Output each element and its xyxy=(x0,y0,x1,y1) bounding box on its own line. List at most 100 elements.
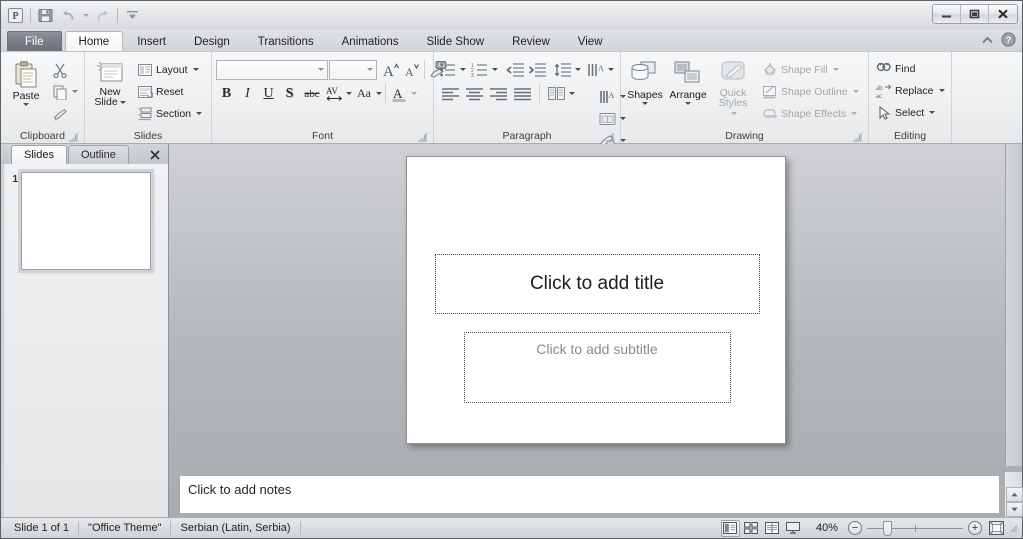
shape-outline-button[interactable]: Shape Outline xyxy=(759,81,862,102)
notes-vertical-scrollbar[interactable] xyxy=(1005,472,1023,517)
justify-button[interactable] xyxy=(510,83,534,104)
section-button[interactable]: Section xyxy=(134,103,205,124)
line-spacing-button[interactable] xyxy=(553,59,573,80)
paste-dropdown-icon[interactable] xyxy=(23,103,29,106)
help-icon[interactable]: ? xyxy=(1001,32,1016,50)
tab-view[interactable]: View xyxy=(564,31,617,52)
layout-button[interactable]: Layout xyxy=(134,59,205,80)
notes-scroll-down-arrow[interactable] xyxy=(1006,502,1023,517)
shapes-button[interactable]: Shapes xyxy=(625,57,665,107)
zoom-slider-handle[interactable] xyxy=(883,520,892,536)
shape-outline-dropdown-icon[interactable] xyxy=(852,90,859,93)
select-dropdown-icon[interactable] xyxy=(929,111,936,114)
shape-fill-dropdown-icon[interactable] xyxy=(832,68,839,71)
find-button[interactable]: Find xyxy=(873,58,918,79)
tab-file[interactable]: File xyxy=(7,31,62,52)
increase-indent-button[interactable] xyxy=(526,59,548,80)
copy-dropdown-icon[interactable] xyxy=(72,90,78,93)
select-button[interactable]: Select xyxy=(873,102,938,123)
customize-qat-icon[interactable] xyxy=(122,5,143,26)
font-color-button[interactable]: A xyxy=(389,83,409,104)
cut-button[interactable] xyxy=(49,59,70,80)
arrange-button[interactable]: Arrange xyxy=(667,57,709,107)
shape-effects-dropdown-icon[interactable] xyxy=(851,112,858,115)
shapes-dropdown-icon[interactable] xyxy=(642,102,648,105)
tab-design[interactable]: Design xyxy=(180,31,244,52)
fit-slide-to-window-icon[interactable] xyxy=(988,520,1005,536)
underline-button[interactable]: U xyxy=(258,83,279,104)
powerpoint-logo-icon[interactable]: P xyxy=(5,5,26,26)
bullets-dropdown-icon[interactable] xyxy=(460,68,466,71)
zoom-level-status[interactable]: 40% xyxy=(804,520,848,536)
text-shadow-button[interactable]: S xyxy=(279,83,300,104)
list-item[interactable]: 1 xyxy=(7,169,162,273)
close-pane-button[interactable] xyxy=(147,147,162,162)
editor-vertical-scrollbar[interactable] xyxy=(1005,144,1022,466)
character-spacing-button[interactable]: AV xyxy=(324,83,344,104)
quick-styles-dropdown-icon[interactable] xyxy=(731,111,737,115)
font-color-dropdown-icon[interactable] xyxy=(411,92,417,95)
tab-animations[interactable]: Animations xyxy=(328,31,413,52)
resize-grip-icon[interactable] xyxy=(1008,523,1018,533)
new-slide-dropdown-icon[interactable] xyxy=(119,100,126,104)
grow-font-button[interactable]: A xyxy=(379,59,400,80)
theme-status[interactable]: "Office Theme" xyxy=(79,520,170,536)
clipboard-dialog-launcher-icon[interactable] xyxy=(69,133,78,142)
font-name-combo[interactable] xyxy=(216,59,328,80)
tab-insert[interactable]: Insert xyxy=(123,31,180,52)
maximize-button[interactable] xyxy=(961,5,989,23)
tab-slides[interactable]: Slides xyxy=(11,145,67,164)
zoom-slider[interactable] xyxy=(867,520,963,536)
title-placeholder[interactable]: Click to add title xyxy=(434,254,760,314)
numbering-button[interactable]: 123 xyxy=(470,59,490,80)
columns-dropdown-icon[interactable] xyxy=(569,92,575,95)
notes-scroll-up-arrow[interactable] xyxy=(1006,487,1023,502)
change-case-button[interactable]: Aa xyxy=(354,83,374,104)
tab-transitions[interactable]: Transitions xyxy=(244,31,328,52)
convert-smartart-button[interactable] xyxy=(597,108,618,129)
text-direction-button[interactable]: A xyxy=(586,59,606,80)
strikethrough-button[interactable]: abc xyxy=(300,83,324,104)
collapse-ribbon-icon[interactable] xyxy=(981,35,994,48)
bold-button[interactable]: B xyxy=(216,83,237,104)
redo-icon[interactable] xyxy=(92,5,113,26)
reset-button[interactable]: Reset xyxy=(134,81,205,102)
language-status[interactable]: Serbian (Latin, Serbia) xyxy=(171,520,299,536)
line-spacing-dropdown-icon[interactable] xyxy=(575,68,581,71)
character-spacing-dropdown-icon[interactable] xyxy=(346,92,352,95)
quick-styles-button[interactable]: Quick Styles xyxy=(711,57,755,120)
reading-view-icon[interactable] xyxy=(763,520,782,537)
decrease-indent-button[interactable] xyxy=(504,59,526,80)
notes-input[interactable]: Click to add notes xyxy=(179,475,1000,514)
shrink-font-button[interactable]: A xyxy=(400,59,421,80)
zoom-out-button[interactable]: − xyxy=(848,521,862,535)
minimize-button[interactable] xyxy=(933,5,961,23)
align-right-button[interactable] xyxy=(486,83,510,104)
thumbnail-pane-scrollbar[interactable] xyxy=(1,164,5,517)
paste-button[interactable]: Paste xyxy=(5,57,47,108)
close-button[interactable] xyxy=(989,5,1017,23)
undo-icon[interactable] xyxy=(58,5,79,26)
tab-outline[interactable]: Outline xyxy=(67,145,129,164)
slide-sorter-icon[interactable] xyxy=(742,520,761,537)
change-case-dropdown-icon[interactable] xyxy=(376,92,382,95)
replace-dropdown-icon[interactable] xyxy=(938,89,945,92)
font-size-combo[interactable] xyxy=(329,59,377,80)
shape-fill-button[interactable]: Shape Fill xyxy=(759,59,862,80)
arrange-dropdown-icon[interactable] xyxy=(685,102,691,105)
tab-home[interactable]: Home xyxy=(64,31,124,52)
format-painter-button[interactable] xyxy=(49,103,70,124)
new-slide-button[interactable]: New Slide xyxy=(89,57,131,109)
slide-count-status[interactable]: Slide 1 of 1 xyxy=(5,520,78,536)
undo-dropdown-icon[interactable] xyxy=(81,5,90,26)
align-text-button[interactable]: A xyxy=(597,86,618,107)
text-direction-dropdown-icon[interactable] xyxy=(608,68,614,71)
copy-button[interactable] xyxy=(49,81,70,102)
zoom-in-button[interactable]: + xyxy=(968,521,982,535)
columns-button[interactable] xyxy=(545,83,567,104)
tab-review[interactable]: Review xyxy=(498,31,564,52)
save-icon[interactable] xyxy=(35,5,56,26)
bullets-button[interactable] xyxy=(438,59,458,80)
subtitle-placeholder[interactable]: Click to add subtitle xyxy=(463,332,731,403)
center-button[interactable] xyxy=(462,83,486,104)
